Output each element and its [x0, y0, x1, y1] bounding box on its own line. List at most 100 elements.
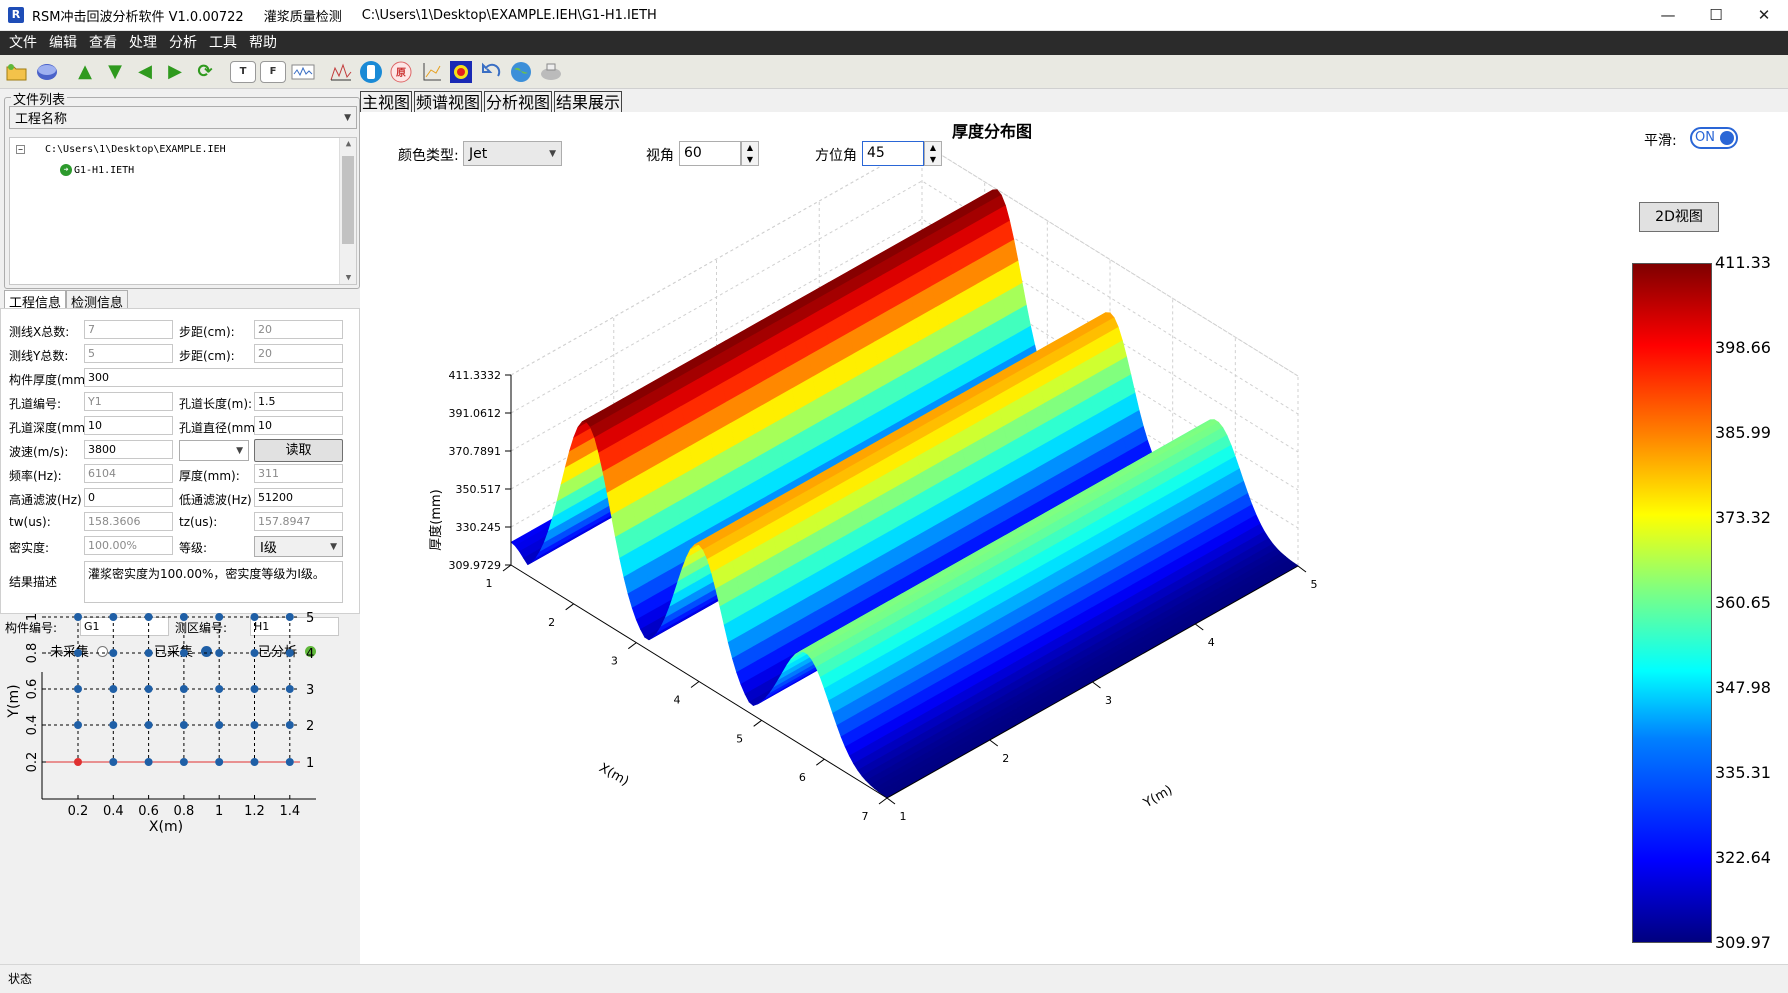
spin-up-icon[interactable]: ▲ [930, 143, 936, 152]
spectrum-icon[interactable] [328, 59, 354, 85]
hole-len-field[interactable]: 1.5 [254, 392, 343, 411]
hole-depth-field[interactable]: 10 [84, 416, 173, 435]
file-tree-scrollbar[interactable]: ▲ ▼ [339, 138, 356, 284]
measurement-grid-plot[interactable]: 1 2 3 4 5 6 7 5 4 3 2 1 0.2 0.4 0.6 0.8 1 1.2 1.4 0.2 0.4 0.6… [0, 600, 362, 962]
wave-speed-combo[interactable]: ▼ [179, 440, 249, 461]
arrow-right-icon[interactable]: ▶ [162, 59, 188, 85]
x-tick-label: 1.2 [244, 804, 265, 819]
y-count-field[interactable]: 5 [84, 344, 173, 363]
file-list-group: 文件列表 工程名称 ▼ − C:\Users\1\Desktop\EXAMPLE… [4, 89, 360, 289]
tab-result-view[interactable]: 结果展示 [554, 91, 623, 114]
hole-dia-field[interactable]: 10 [254, 416, 343, 435]
spin-up-icon[interactable]: ▲ [747, 143, 753, 152]
scroll-down-icon[interactable]: ▼ [340, 273, 357, 283]
menu-edit[interactable]: 编辑 [43, 31, 83, 55]
close-button[interactable]: ✕ [1740, 0, 1788, 31]
thickness-field[interactable]: 300 [84, 368, 343, 387]
grade-combo[interactable]: I级 ▼ [254, 536, 343, 557]
freq-field[interactable]: 6104 [84, 464, 173, 483]
scroll-thumb[interactable] [342, 156, 354, 244]
toolbar: ▲ ▼ ◀ ▶ ⟳ T F 原 [0, 55, 1788, 89]
spin-down-icon[interactable]: ▼ [930, 155, 936, 164]
export-icon[interactable] [538, 59, 564, 85]
y-axis-title: Y(m) [1140, 783, 1175, 812]
z-tick-label: 350.517 [456, 483, 502, 496]
highpass-field[interactable]: 0 [84, 488, 173, 507]
x-step-label: 步距(cm): [179, 325, 235, 339]
menu-view[interactable]: 查看 [83, 31, 123, 55]
menu-process[interactable]: 处理 [123, 31, 163, 55]
open-folder-icon[interactable] [4, 59, 30, 85]
tree-root-item[interactable]: − C:\Users\1\Desktop\EXAMPLE.IEH [16, 144, 226, 155]
x-tick-label: 5 [736, 732, 743, 745]
y-step-field[interactable]: 20 [254, 344, 343, 363]
project-name-combo[interactable]: 工程名称 ▼ [9, 106, 357, 129]
menu-help[interactable]: 帮助 [243, 31, 283, 55]
grid-row-label: 4 [306, 647, 314, 662]
toggle-knob [1720, 131, 1734, 145]
lowpass-field[interactable]: 51200 [254, 488, 343, 507]
x-tick-label: 1.4 [279, 804, 300, 819]
grid-row-label: 1 [306, 756, 314, 771]
x-tick-label: 1 [215, 804, 223, 819]
frequency-domain-icon[interactable]: F [260, 60, 286, 83]
arrow-up-icon[interactable]: ▲ [72, 59, 98, 85]
smooth-toggle[interactable]: ON [1690, 127, 1738, 149]
azimuth-spinner[interactable]: ▲ ▼ [924, 141, 942, 166]
arrow-left-icon[interactable]: ◀ [132, 59, 158, 85]
view-2d-button[interactable]: 2D视图 [1639, 202, 1719, 232]
thick2-field[interactable]: 311 [254, 464, 343, 483]
spin-down-icon[interactable]: ▼ [747, 155, 753, 164]
grid-point [179, 649, 188, 657]
x-count-field[interactable]: 7 [84, 320, 173, 339]
menu-analyze[interactable]: 分析 [163, 31, 203, 55]
view-angle-field[interactable]: 60 [679, 141, 741, 166]
tab-spectrum-view[interactable]: 频谱视图 [414, 91, 483, 114]
axis-icon[interactable] [418, 59, 444, 85]
tab-analysis-view[interactable]: 分析视图 [484, 91, 553, 114]
refresh-icon[interactable]: ⟳ [192, 59, 218, 85]
color-type-combo[interactable]: Jet ▼ [463, 141, 562, 166]
chevron-down-icon: ▼ [344, 112, 351, 123]
tz-field[interactable]: 157.8947 [254, 512, 343, 531]
collapse-icon[interactable]: − [16, 145, 25, 154]
tab-main-view[interactable]: 主视图 [360, 91, 413, 114]
y-tick-label: 0.8 [25, 643, 40, 664]
z-tick-label: 309.9729 [449, 559, 502, 572]
smooth-label: 平滑: [1644, 133, 1677, 149]
view-angle-spinner[interactable]: ▲ ▼ [741, 141, 759, 166]
database-icon[interactable] [34, 59, 60, 85]
result-textarea[interactable]: 灌浆密实度为100.00%，密实度等级为Ⅰ级。 [84, 561, 343, 603]
menu-tools[interactable]: 工具 [203, 31, 243, 55]
lowpass-label: 低通滤波(Hz) [179, 493, 252, 507]
grid-point [250, 613, 259, 621]
arrow-down-icon[interactable]: ▼ [102, 59, 128, 85]
minimize-button[interactable]: — [1644, 0, 1692, 31]
hole-no-field[interactable]: Y1 [84, 392, 173, 411]
x-tick-mark [628, 642, 637, 650]
view-tabs: 主视图 频谱视图 分析视图 结果展示 [360, 91, 624, 114]
phone-icon[interactable] [358, 59, 384, 85]
x-step-field[interactable]: 20 [254, 320, 343, 339]
read-button[interactable]: 读取 [254, 439, 343, 462]
azimuth-field[interactable]: 45 [862, 141, 924, 166]
maximize-button[interactable]: ☐ [1692, 0, 1740, 31]
globe-icon[interactable] [508, 59, 534, 85]
heatmap-icon[interactable] [448, 59, 474, 85]
tw-field[interactable]: 158.3606 [84, 512, 173, 531]
undo-icon[interactable] [478, 59, 504, 85]
waveform-icon[interactable] [290, 59, 316, 85]
density-field[interactable]: 100.00% [84, 536, 173, 555]
menu-file[interactable]: 文件 [3, 31, 43, 55]
grid-col-label: 2 [109, 600, 117, 604]
thickness-surface-chart[interactable]: 1234567 12345309.9729330.245350.517370.78… [360, 112, 1630, 964]
origin-icon[interactable]: 原 [388, 59, 414, 85]
wave-speed-field[interactable]: 3800 [84, 440, 173, 459]
tree-child-item[interactable]: ➜ G1-H1.IETH [50, 164, 134, 176]
z-tick-label: 370.7891 [449, 445, 502, 458]
grid-point [285, 613, 294, 621]
app-logo-icon: R [8, 7, 24, 23]
file-tree: − C:\Users\1\Desktop\EXAMPLE.IEH ➜ G1-H1… [9, 137, 357, 285]
time-domain-icon[interactable]: T [230, 60, 256, 83]
scroll-up-icon[interactable]: ▲ [340, 139, 357, 149]
